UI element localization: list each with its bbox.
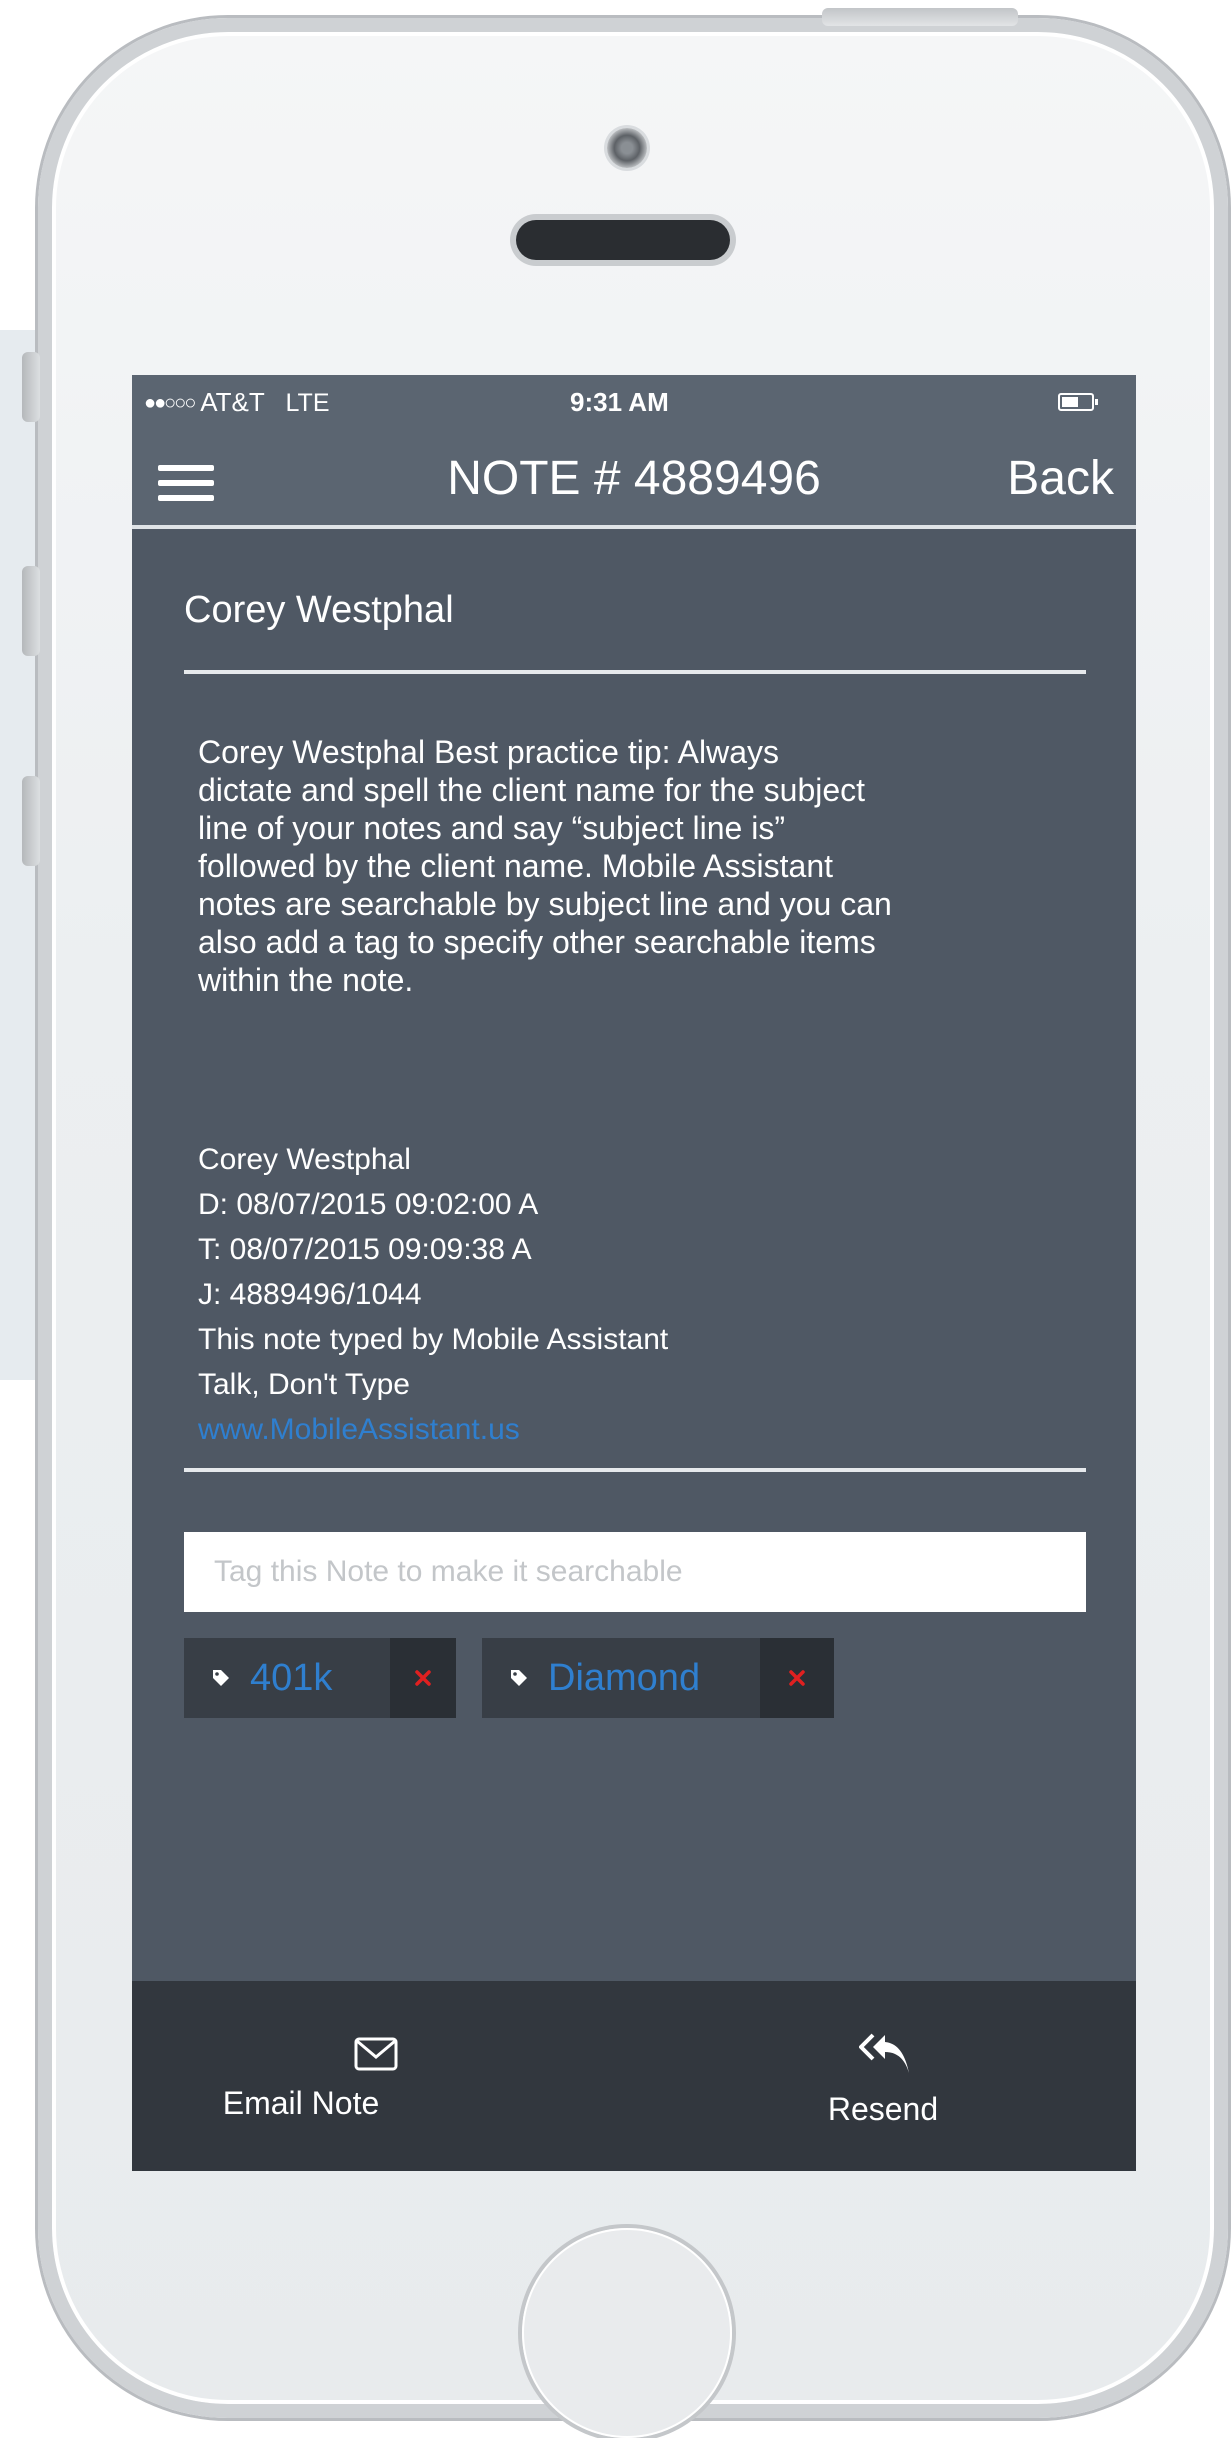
front-camera — [607, 128, 647, 168]
resend-label: Resend — [827, 2091, 939, 2127]
battery-icon — [1058, 393, 1098, 411]
carrier-info: ●●○○○ AT&T LTE — [144, 387, 330, 418]
back-button[interactable]: Back — [1007, 451, 1114, 506]
dictated-timestamp: D: 08/07/2015 09:02:00 A — [198, 1188, 539, 1221]
reply-all-icon — [859, 2033, 909, 2073]
mute-switch — [22, 352, 40, 422]
remove-tag-button[interactable] — [760, 1638, 834, 1718]
tag-label[interactable]: 401k — [250, 1657, 332, 1700]
status-time: 9:31 AM — [570, 387, 669, 417]
status-bar: ●●○○○ AT&T LTE 9:31 AM — [132, 375, 1136, 429]
slogan: Talk, Don't Type — [198, 1368, 410, 1401]
power-button — [822, 8, 1018, 26]
note-body: Corey Westphal Best practice tip: Always… — [198, 733, 1078, 999]
close-icon — [789, 1670, 805, 1686]
tag-icon — [213, 1670, 229, 1686]
close-icon — [415, 1670, 431, 1686]
earpiece-speaker — [516, 220, 730, 260]
signal-strength-icon: ●●○○○ — [144, 392, 196, 414]
note-subject: Corey Westphal — [184, 589, 454, 631]
note-signature: Corey Westphal D: 08/07/2015 09:02:00 A … — [198, 1137, 1078, 1452]
app-screen: ●●○○○ AT&T LTE 9:31 AM NOTE # 4889496 Ba… — [132, 375, 1136, 2171]
email-note-button[interactable]: Email Note — [132, 1981, 634, 2171]
envelope-icon — [354, 2037, 398, 2071]
job-number: J: 4889496/1044 — [198, 1278, 422, 1311]
note-text: Corey Westphal Best practice tip: Always… — [198, 734, 892, 998]
tag-chip-401k: 401k — [184, 1638, 456, 1718]
carrier-label: AT&T — [200, 387, 265, 417]
email-note-label: Email Note — [222, 2085, 380, 2121]
tag-icon — [511, 1670, 527, 1686]
tag-input[interactable] — [184, 1532, 1086, 1612]
website-link[interactable]: www.MobileAssistant.us — [198, 1407, 1078, 1452]
typed-timestamp: T: 08/07/2015 09:09:38 A — [198, 1233, 532, 1266]
navigation-bar: NOTE # 4889496 Back — [132, 429, 1136, 529]
typed-by-line: This note typed by Mobile Assistant — [198, 1323, 669, 1356]
bottom-toolbar: Email Note Resend — [132, 1981, 1136, 2171]
resend-button[interactable]: Resend — [634, 1981, 1136, 2171]
divider — [184, 670, 1086, 674]
signature-name: Corey Westphal — [198, 1143, 411, 1176]
tag-label[interactable]: Diamond — [548, 1657, 700, 1700]
page-title: NOTE # 4889496 — [447, 452, 821, 505]
volume-down-button — [22, 776, 40, 866]
divider — [184, 1468, 1086, 1472]
tag-chip-diamond: Diamond — [482, 1638, 834, 1718]
remove-tag-button[interactable] — [390, 1638, 456, 1718]
volume-up-button — [22, 566, 40, 656]
network-label: LTE — [285, 389, 330, 417]
home-button — [522, 2228, 732, 2438]
